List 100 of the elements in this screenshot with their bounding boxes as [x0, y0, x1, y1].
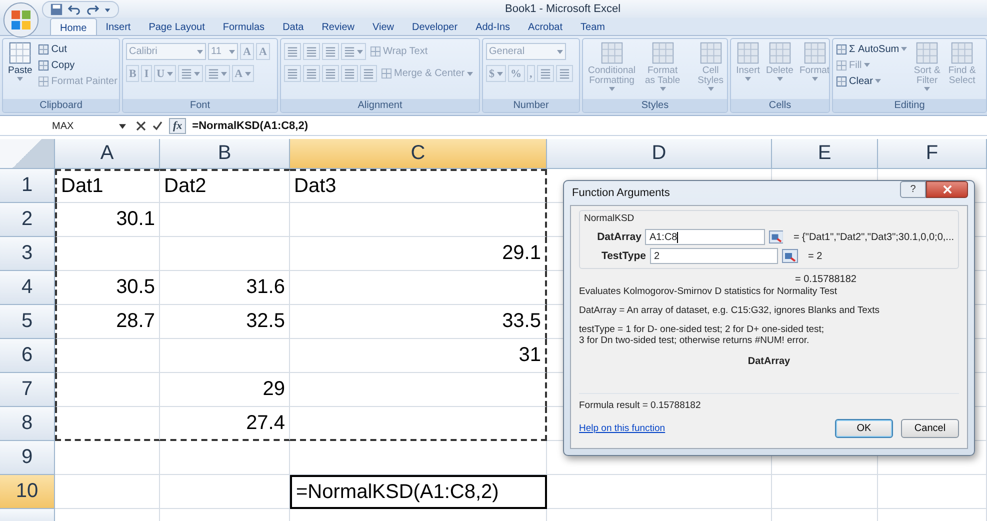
check-icon[interactable] — [152, 121, 163, 131]
save-icon[interactable] — [50, 2, 63, 16]
redo-icon[interactable] — [86, 2, 99, 16]
formula-field[interactable]: =NormalKSD(A1:C8,2) — [192, 120, 308, 132]
close-button[interactable] — [926, 181, 968, 198]
caret-icon — [229, 50, 235, 54]
caret-icon — [924, 86, 930, 91]
table-cell: =NormalKSD(A1:C8,2) — [290, 475, 547, 509]
caret-icon — [864, 63, 870, 67]
lines-icon — [325, 68, 336, 79]
table-cell: 31.6 — [160, 271, 290, 305]
lines-icon — [540, 68, 552, 79]
lines-icon — [287, 46, 298, 57]
column-header[interactable]: E — [772, 139, 878, 169]
column-header[interactable]: A — [55, 139, 160, 169]
row-header[interactable]: 6 — [0, 339, 55, 373]
caret-icon — [466, 72, 473, 76]
help-link[interactable]: Help on this function — [579, 423, 666, 434]
row-header[interactable]: 7 — [0, 373, 55, 407]
help-button[interactable]: ? — [900, 181, 926, 198]
row-header[interactable]: 1 — [0, 169, 55, 203]
ribbon-button[interactable]: Clear — [834, 73, 910, 89]
table-cell: 30.1 — [55, 203, 160, 237]
row-header[interactable]: 9 — [0, 441, 55, 475]
function-result: = 0.15788182 — [795, 274, 856, 285]
table-cell: Dat3 — [290, 169, 547, 203]
column-header[interactable]: C — [290, 139, 547, 169]
table-cell: 30.5 — [55, 271, 160, 305]
caret-icon — [244, 72, 251, 76]
grid-icon — [38, 60, 50, 70]
column-header[interactable]: D — [547, 139, 772, 169]
ribbon-tab[interactable]: Team — [572, 18, 614, 35]
grid-icon — [950, 41, 974, 65]
column-header[interactable]: B — [160, 139, 290, 169]
grid-icon — [915, 41, 940, 65]
table-cell: 33.5 — [290, 305, 547, 339]
ribbon-tab[interactable]: Data — [274, 18, 313, 35]
table-cell: Dat1 — [55, 169, 160, 203]
caret-icon[interactable] — [104, 6, 111, 12]
lines-icon — [180, 68, 192, 79]
grid-icon — [38, 44, 50, 54]
row-header[interactable]: 5 — [0, 305, 55, 339]
table-cell: Dat2 — [160, 169, 290, 203]
table-cell: 29.1 — [290, 237, 547, 271]
grid-icon — [836, 44, 847, 54]
function-name: NormalKSD — [584, 213, 634, 224]
ribbon-button[interactable]: Σ AutoSum — [834, 41, 910, 57]
range-picker-icon[interactable] — [782, 249, 798, 263]
row-header[interactable]: 4 — [0, 271, 55, 305]
row-header[interactable]: 3 — [0, 237, 55, 271]
grid-icon — [768, 41, 792, 65]
window-title: Book1 - Microsoft Excel — [505, 3, 621, 15]
select-all-button[interactable] — [0, 139, 55, 169]
caret-icon — [608, 86, 615, 91]
caret-icon — [194, 72, 200, 76]
insert-function-button[interactable]: fx — [169, 118, 186, 134]
input-field[interactable]: A1:C8 — [645, 229, 765, 245]
ribbon-button[interactable]: Paste — [6, 41, 34, 81]
argument-value: = {"Dat1","Dat2","Dat3";30.1,0,0;0,... — [793, 232, 954, 242]
ribbon-tab[interactable]: Home — [50, 18, 97, 35]
name-box[interactable]: MAX — [0, 120, 130, 132]
row-header[interactable]: 10 — [0, 475, 55, 509]
ribbon-tab[interactable]: Insert — [96, 18, 140, 35]
caret-icon — [745, 76, 751, 81]
caret-icon — [901, 47, 908, 51]
range-picker-icon[interactable] — [768, 230, 784, 244]
ribbon-button[interactable]: Cut — [36, 41, 119, 57]
ribbon-tab[interactable]: Add-Ins — [466, 18, 520, 35]
table-cell: 32.5 — [160, 305, 290, 339]
cancel-button[interactable]: Cancel — [901, 419, 959, 438]
grid-icon — [698, 41, 723, 65]
ok-button[interactable]: OK — [835, 419, 893, 438]
row-header[interactable]: 8 — [0, 407, 55, 441]
lines-icon — [306, 46, 317, 57]
undo-icon[interactable] — [68, 2, 81, 16]
function-description: Evaluates Kolmogorov-Smirnov D statistics for Normality Test — [579, 286, 837, 297]
group-label: Editing — [833, 99, 986, 112]
grid-icon — [600, 41, 624, 65]
ribbon-tab[interactable]: Formulas — [214, 18, 274, 35]
ribbon-tab[interactable]: Page Layout — [140, 18, 214, 35]
row-header[interactable]: 2 — [0, 203, 55, 237]
group-label: Cells — [731, 99, 829, 112]
caret-icon — [17, 76, 24, 81]
lines-icon — [559, 68, 570, 79]
grid-icon — [736, 41, 760, 65]
input-field[interactable]: 2 — [650, 248, 778, 264]
ribbon-tab[interactable]: Review — [312, 18, 364, 35]
column-header[interactable]: F — [878, 139, 987, 169]
lines-icon — [208, 68, 219, 79]
cancel-icon[interactable] — [136, 121, 146, 131]
caret-icon — [496, 72, 502, 76]
grid-icon — [802, 41, 827, 65]
ribbon-tab[interactable]: View — [363, 18, 403, 35]
table-cell: 31 — [290, 339, 547, 373]
ribbon-button[interactable]: Copy — [36, 57, 119, 73]
lines-icon — [344, 68, 355, 79]
argument-value: = 2 — [808, 250, 822, 262]
lines-icon — [363, 68, 374, 79]
ribbon-tab[interactable]: Acrobat — [519, 18, 572, 35]
ribbon-tab[interactable]: Developer — [402, 18, 467, 35]
